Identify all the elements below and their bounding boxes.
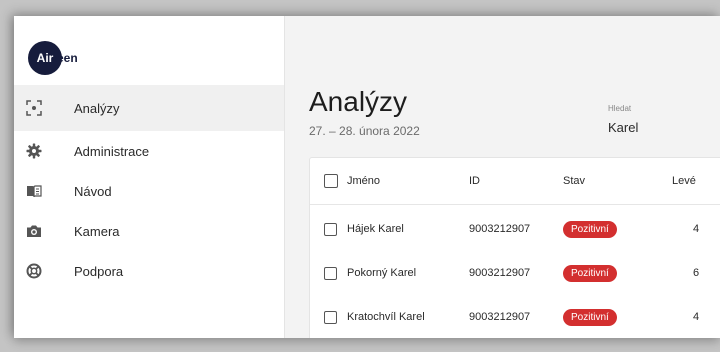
camera-icon: [26, 223, 42, 239]
sidebar-item-analyzy[interactable]: Analýzy: [14, 85, 284, 131]
cell-left: 4: [693, 311, 700, 323]
main-content: Analýzy 27. – 28. února 2022 Hledat Kare…: [285, 16, 720, 338]
logo-text: een: [57, 51, 78, 65]
sidebar: Air een Analýzy Administrace Návod Kamer…: [14, 16, 285, 338]
cell-id: 9003212907: [469, 311, 531, 323]
sidebar-item-label: Podpora: [74, 263, 124, 279]
table-header: Jméno ID Stav Levé: [310, 158, 720, 205]
sidebar-item-administrace[interactable]: Administrace: [14, 131, 284, 171]
lifebuoy-icon: [26, 263, 42, 279]
cell-name: Pokorný Karel: [347, 267, 417, 279]
row-checkbox[interactable]: [324, 222, 337, 236]
sidebar-item-label: Analýzy: [74, 100, 120, 116]
cell-left: 6: [693, 267, 700, 279]
table-row[interactable]: Kratochvíl Karel 9003212907 Pozitivní 4: [310, 295, 720, 338]
column-header-status[interactable]: Stav: [563, 175, 585, 187]
search-label: Hledat: [608, 104, 632, 113]
sidebar-item-navod[interactable]: Návod: [14, 171, 284, 211]
sidebar-item-label: Návod: [74, 183, 112, 199]
column-header-name[interactable]: Jméno: [347, 175, 380, 187]
cell-id: 9003212907: [469, 267, 531, 279]
scan-focus-icon: [26, 100, 42, 116]
row-checkbox[interactable]: [324, 310, 337, 324]
cell-status: Pozitivní: [563, 220, 617, 238]
sidebar-item-label: Kamera: [74, 223, 120, 239]
date-range[interactable]: 27. – 28. února 2022: [309, 124, 420, 138]
row-checkbox[interactable]: [324, 266, 337, 280]
cell-id: 9003212907: [469, 223, 531, 235]
gear-icon: [26, 143, 42, 159]
cell-left: 4: [693, 223, 700, 235]
cell-name: Kratochvíl Karel: [347, 311, 425, 323]
cell-status: Pozitivní: [563, 308, 617, 326]
status-badge: Pozitivní: [563, 308, 617, 326]
status-badge: Pozitivní: [563, 220, 617, 238]
cell-status: Pozitivní: [563, 264, 617, 282]
table-row[interactable]: Hájek Karel 9003212907 Pozitivní 4: [310, 207, 720, 251]
page-title: Analýzy: [309, 86, 408, 117]
results-table: Jméno ID Stav Levé Hájek Karel 900321290…: [309, 157, 720, 338]
sidebar-nav: Analýzy Administrace Návod Kamera Podpor…: [14, 85, 284, 291]
column-header-id[interactable]: ID: [469, 175, 480, 187]
search-input[interactable]: Karel: [608, 120, 638, 135]
book-icon: [26, 183, 42, 199]
select-all-checkbox[interactable]: [324, 174, 338, 188]
app-logo[interactable]: Air een: [28, 41, 78, 75]
sidebar-item-podpora[interactable]: Podpora: [14, 251, 284, 291]
column-header-left[interactable]: Levé: [672, 175, 696, 187]
cell-name: Hájek Karel: [347, 223, 404, 235]
table-row[interactable]: Pokorný Karel 9003212907 Pozitivní 6: [310, 251, 720, 295]
sidebar-item-label: Administrace: [74, 143, 150, 159]
sidebar-item-kamera[interactable]: Kamera: [14, 211, 284, 251]
status-badge: Pozitivní: [563, 264, 617, 282]
app-window: Air een Analýzy Administrace Návod Kamer…: [14, 16, 720, 338]
